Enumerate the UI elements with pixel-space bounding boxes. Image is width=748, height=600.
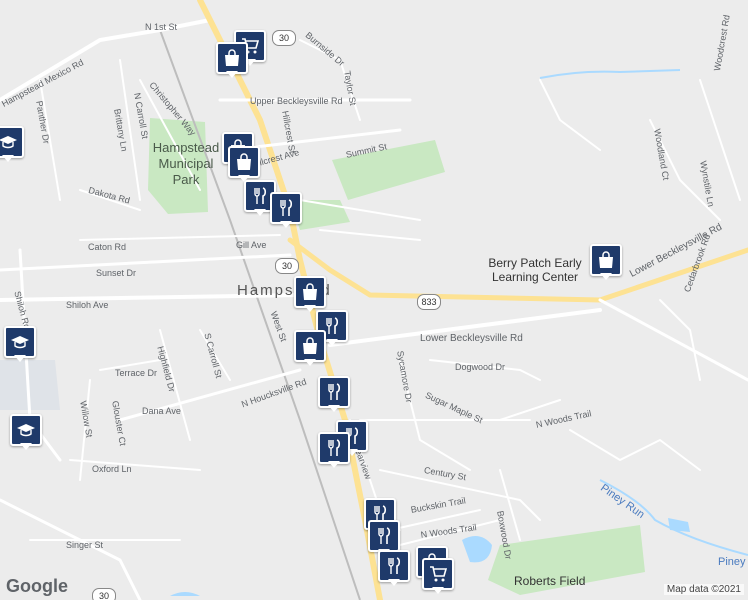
street-label: Dana Ave [142, 406, 181, 416]
restaurant-icon [254, 187, 267, 204]
restaurant-icon [388, 557, 401, 574]
water-label: Piney [718, 556, 746, 568]
shopping-bag-marker[interactable] [216, 42, 248, 78]
restaurant-marker[interactable] [270, 192, 302, 228]
street-label: Oxford Ln [92, 464, 132, 474]
shopping-bag-marker[interactable] [228, 146, 260, 182]
shopping-bag-icon [225, 49, 239, 66]
street-label: Singer St [66, 540, 104, 550]
park-label: Hampstead Municipal Park [152, 140, 220, 187]
street-label: Caton Rd [88, 242, 127, 252]
restaurant-icon [378, 527, 391, 544]
street-label: Terrace Dr [115, 368, 158, 378]
route-shield: 30 [275, 258, 299, 274]
street-label: Gill Ave [236, 240, 267, 250]
shopping-bag-marker[interactable] [294, 276, 326, 312]
restaurant-marker[interactable] [378, 550, 410, 586]
route-shield: 30 [272, 30, 296, 46]
shopping-bag-marker[interactable] [590, 244, 622, 280]
street-label: Dogwood Dr [455, 362, 506, 372]
shopping-bag-marker[interactable] [294, 330, 326, 366]
route-shield: 30 [92, 588, 116, 600]
street-label: N 1st St [145, 22, 178, 32]
poi-label: Berry Patch Early Learning Center [488, 256, 582, 284]
shopping-bag-icon [303, 283, 317, 300]
restaurant-icon [280, 199, 293, 216]
school-icon [17, 424, 35, 437]
street-label: Sunset Dr [96, 268, 137, 278]
google-logo: Google [6, 576, 68, 596]
school-icon [0, 136, 17, 149]
restaurant-marker[interactable] [318, 432, 350, 468]
restaurant-icon [328, 383, 341, 400]
restaurant-marker[interactable] [318, 376, 350, 412]
poi-label: Roberts Field [514, 574, 586, 588]
shopping-bag-icon [303, 337, 317, 354]
street-label: Upper Beckleysville Rd [250, 96, 343, 106]
map-canvas[interactable]: N 1st St Burnside Dr Taylor St Upper Bec… [0, 0, 748, 600]
shopping-cart-marker[interactable] [422, 558, 454, 594]
school-marker[interactable] [0, 126, 24, 162]
route-shield: 833 [417, 294, 441, 310]
shopping-bag-icon [599, 251, 613, 268]
restaurant-icon [328, 439, 341, 456]
school-marker[interactable] [4, 326, 36, 362]
shopping-cart-icon [430, 566, 448, 582]
shopping-bag-icon [237, 153, 251, 170]
map-attribution[interactable]: Map data ©2021 [663, 584, 744, 595]
street-label: Lower Beckleysville Rd [420, 333, 523, 344]
school-icon [11, 336, 29, 349]
street-label: Shiloh Ave [66, 300, 109, 310]
restaurant-marker[interactable] [368, 520, 400, 556]
school-marker[interactable] [10, 414, 42, 450]
